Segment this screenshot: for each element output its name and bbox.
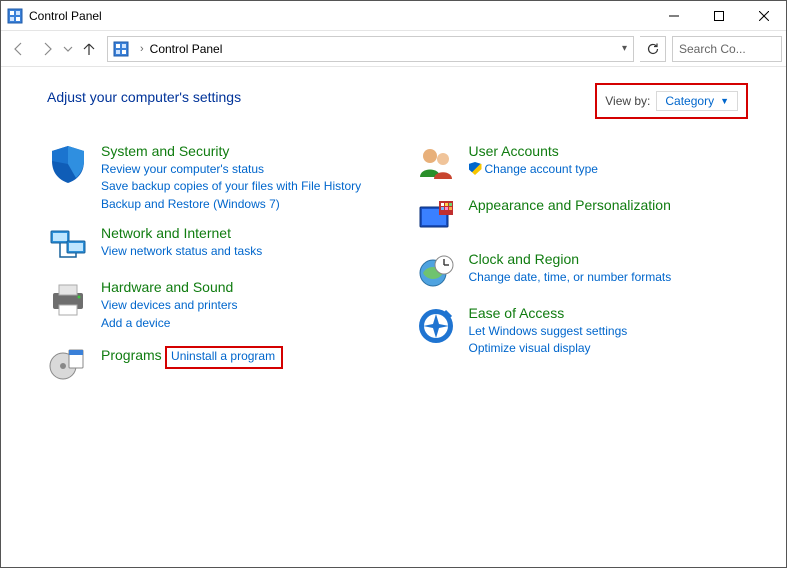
- address-location: Control Panel: [150, 42, 223, 56]
- network-icon: [47, 225, 89, 267]
- link-date-time-formats[interactable]: Change date, time, or number formats: [469, 269, 757, 286]
- titlebar: Control Panel: [1, 1, 786, 31]
- category-ease-of-access: Ease of Access Let Windows suggest setti…: [415, 305, 757, 358]
- link-suggest-settings[interactable]: Let Windows suggest settings: [469, 323, 757, 340]
- forward-button[interactable]: [33, 35, 61, 63]
- users-icon: [415, 143, 457, 185]
- appearance-icon: [415, 197, 457, 239]
- category-title-ease-access[interactable]: Ease of Access: [469, 305, 565, 321]
- category-title-system-security[interactable]: System and Security: [101, 143, 229, 159]
- category-programs: Programs Uninstall a program: [47, 344, 389, 386]
- category-hardware-sound: Hardware and Sound View devices and prin…: [47, 279, 389, 332]
- programs-icon: [47, 344, 89, 386]
- category-title-clock[interactable]: Clock and Region: [469, 251, 580, 267]
- link-file-history[interactable]: Save backup copies of your files with Fi…: [101, 178, 389, 195]
- close-button[interactable]: [741, 1, 786, 30]
- viewby-highlight: View by: Category ▼: [595, 83, 748, 119]
- category-clock-region: Clock and Region Change date, time, or n…: [415, 251, 757, 293]
- chevron-right-icon: ›: [140, 43, 144, 55]
- link-review-status[interactable]: Review your computer's status: [101, 161, 389, 178]
- minimize-button[interactable]: [651, 1, 696, 30]
- category-network-internet: Network and Internet View network status…: [47, 225, 389, 267]
- category-appearance: Appearance and Personalization: [415, 197, 757, 239]
- recent-locations-button[interactable]: [61, 35, 75, 63]
- shield-icon: [47, 143, 89, 185]
- clock-icon: [415, 251, 457, 293]
- printer-icon: [47, 279, 89, 321]
- viewby-value: Category: [665, 94, 714, 108]
- right-column: User Accounts Change account type: [415, 143, 757, 398]
- link-change-account-type[interactable]: Change account type: [469, 161, 757, 178]
- control-panel-window: Control Panel: [0, 0, 787, 568]
- control-panel-icon: [7, 8, 23, 24]
- category-title-appearance[interactable]: Appearance and Personalization: [469, 197, 671, 213]
- refresh-button[interactable]: [640, 36, 666, 62]
- content-area: Adjust your computer's settings View by:…: [1, 67, 786, 567]
- address-dropdown-icon[interactable]: ▾: [622, 43, 627, 54]
- navbar: › Control Panel ▾ Search Co...: [1, 31, 786, 67]
- link-optimize-display[interactable]: Optimize visual display: [469, 340, 757, 357]
- category-title-programs[interactable]: Programs: [101, 347, 162, 363]
- search-placeholder: Search Co...: [679, 42, 746, 56]
- ease-of-access-icon: [415, 305, 457, 347]
- viewby-dropdown[interactable]: Category ▼: [656, 91, 738, 111]
- category-title-user-accounts[interactable]: User Accounts: [469, 143, 559, 159]
- back-button[interactable]: [5, 35, 33, 63]
- link-network-status[interactable]: View network status and tasks: [101, 243, 389, 260]
- category-title-hardware[interactable]: Hardware and Sound: [101, 279, 233, 295]
- control-panel-addr-icon: [112, 41, 130, 57]
- link-uninstall-program[interactable]: Uninstall a program: [171, 349, 275, 363]
- left-column: System and Security Review your computer…: [47, 143, 389, 398]
- maximize-button[interactable]: [696, 1, 741, 30]
- link-devices-printers[interactable]: View devices and printers: [101, 297, 389, 314]
- uninstall-highlight: Uninstall a program: [165, 346, 283, 369]
- page-heading: Adjust your computer's settings: [47, 89, 241, 105]
- search-input[interactable]: Search Co...: [672, 36, 782, 62]
- category-user-accounts: User Accounts Change account type: [415, 143, 757, 185]
- chevron-down-icon: ▼: [720, 96, 729, 106]
- address-bar[interactable]: › Control Panel ▾: [107, 36, 634, 62]
- viewby-label: View by:: [605, 94, 650, 108]
- category-title-network[interactable]: Network and Internet: [101, 225, 231, 241]
- link-backup-restore[interactable]: Backup and Restore (Windows 7): [101, 196, 389, 213]
- link-add-device[interactable]: Add a device: [101, 315, 389, 332]
- window-title: Control Panel: [29, 9, 102, 23]
- up-button[interactable]: [75, 35, 103, 63]
- category-system-security: System and Security Review your computer…: [47, 143, 389, 213]
